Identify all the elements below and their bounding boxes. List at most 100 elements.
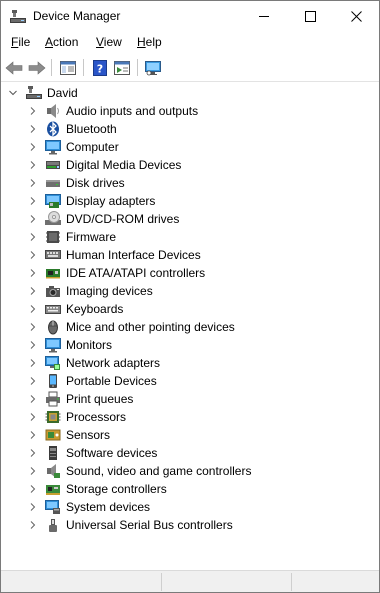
- title-bar[interactable]: Device Manager: [1, 1, 379, 32]
- device-category-node[interactable]: IDE ATA/ATAPI controllers: [1, 264, 379, 282]
- device-category-label: Portable Devices: [66, 374, 157, 388]
- minimize-button[interactable]: [241, 1, 287, 32]
- device-category-label: Keyboards: [66, 302, 124, 316]
- device-category-node[interactable]: Computer: [1, 138, 379, 156]
- chevron-right-icon[interactable]: [29, 503, 37, 511]
- svg-text:?: ?: [97, 62, 103, 75]
- chevron-right-icon[interactable]: [29, 179, 37, 187]
- device-category-node[interactable]: Display adapters: [1, 192, 379, 210]
- scan-hardware-button[interactable]: [143, 58, 163, 77]
- chevron-right-icon[interactable]: [29, 287, 37, 295]
- device-category-node[interactable]: System devices: [1, 498, 379, 516]
- bluetooth-icon: [45, 121, 61, 137]
- chevron-right-icon[interactable]: [29, 143, 37, 151]
- usb-icon: [45, 517, 61, 533]
- device-category-node[interactable]: Sensors: [1, 426, 379, 444]
- action-pane-button[interactable]: [112, 58, 132, 77]
- device-category-label: Sound, video and game controllers: [66, 464, 252, 478]
- maximize-button[interactable]: [287, 1, 333, 32]
- device-category-node[interactable]: Software devices: [1, 444, 379, 462]
- show-hide-console-tree-button[interactable]: [58, 58, 78, 77]
- sensor-icon: [45, 427, 61, 443]
- device-category-node[interactable]: Imaging devices: [1, 282, 379, 300]
- toolbar-separator: [51, 59, 52, 76]
- chevron-right-icon[interactable]: [29, 467, 37, 475]
- device-category-label: Universal Serial Bus controllers: [66, 518, 233, 532]
- network-adapter-icon: [45, 355, 61, 371]
- device-category-node[interactable]: Human Interface Devices: [1, 246, 379, 264]
- chevron-right-icon[interactable]: [29, 341, 37, 349]
- close-button[interactable]: [333, 1, 379, 32]
- chevron-right-icon[interactable]: [29, 215, 37, 223]
- chevron-right-icon[interactable]: [29, 431, 37, 439]
- device-category-node[interactable]: Monitors: [1, 336, 379, 354]
- show-hide-console-tree-icon: [60, 60, 76, 75]
- action-pane-icon: [114, 60, 130, 75]
- device-category-node[interactable]: Firmware: [1, 228, 379, 246]
- device-category-label: Bluetooth: [66, 122, 117, 136]
- speaker-icon: [45, 103, 61, 119]
- chevron-right-icon[interactable]: [29, 125, 37, 133]
- computer-icon: [45, 139, 61, 155]
- chevron-right-icon[interactable]: [29, 521, 37, 529]
- maximize-icon: [304, 11, 316, 22]
- device-category-node[interactable]: Keyboards: [1, 300, 379, 318]
- chevron-right-icon[interactable]: [29, 359, 37, 367]
- back-button[interactable]: [4, 58, 24, 77]
- ide-controller-icon: [45, 265, 61, 281]
- chevron-right-icon[interactable]: [29, 161, 37, 169]
- chevron-right-icon[interactable]: [29, 395, 37, 403]
- chevron-right-icon[interactable]: [29, 197, 37, 205]
- computer-icon: [26, 85, 42, 101]
- device-category-node[interactable]: Storage controllers: [1, 480, 379, 498]
- camera-icon: [45, 283, 61, 299]
- forward-button[interactable]: [27, 58, 47, 77]
- chevron-right-icon[interactable]: [29, 413, 37, 421]
- chevron-right-icon[interactable]: [29, 107, 37, 115]
- device-category-node[interactable]: Bluetooth: [1, 120, 379, 138]
- device-category-label: Mice and other pointing devices: [66, 320, 235, 334]
- close-icon: [350, 11, 362, 22]
- keyboard-icon: [45, 301, 61, 317]
- chevron-right-icon[interactable]: [29, 269, 37, 277]
- chevron-right-icon[interactable]: [29, 233, 37, 241]
- menu-view[interactable]: View: [96, 35, 122, 49]
- chevron-right-icon[interactable]: [29, 377, 37, 385]
- tree-root-label: David: [47, 86, 78, 100]
- menu-action[interactable]: Action: [45, 35, 78, 49]
- menu-help[interactable]: Help: [137, 35, 162, 49]
- device-category-node[interactable]: Sound, video and game controllers: [1, 462, 379, 480]
- device-category-label: Digital Media Devices: [66, 158, 182, 172]
- chevron-right-icon[interactable]: [29, 323, 37, 331]
- device-category-node[interactable]: Disk drives: [1, 174, 379, 192]
- device-category-node[interactable]: Mice and other pointing devices: [1, 318, 379, 336]
- device-category-label: Storage controllers: [66, 482, 167, 496]
- chevron-right-icon[interactable]: [29, 251, 37, 259]
- tree-root-node[interactable]: David: [1, 84, 379, 102]
- device-category-label: Imaging devices: [66, 284, 153, 298]
- device-category-node[interactable]: Processors: [1, 408, 379, 426]
- device-manager-icon: [10, 9, 26, 25]
- menu-file[interactable]: File: [11, 35, 30, 49]
- device-category-label: Network adapters: [66, 356, 161, 370]
- device-category-node[interactable]: Print queues: [1, 390, 379, 408]
- system-device-icon: [45, 499, 61, 515]
- display-adapter-icon: [45, 193, 61, 209]
- menu-file-rest: ile: [18, 35, 31, 49]
- device-category-node[interactable]: Digital Media Devices: [1, 156, 379, 174]
- device-category-label: IDE ATA/ATAPI controllers: [66, 266, 206, 280]
- device-category-node[interactable]: Network adapters: [1, 354, 379, 372]
- chevron-right-icon[interactable]: [29, 485, 37, 493]
- status-bar: [1, 570, 379, 592]
- device-category-label: System devices: [66, 500, 151, 514]
- menu-action-rest: ction: [53, 35, 79, 49]
- media-device-icon: [45, 157, 61, 173]
- chevron-right-icon[interactable]: [29, 305, 37, 313]
- help-button[interactable]: ?: [90, 58, 110, 77]
- device-category-node[interactable]: Audio inputs and outputs: [1, 102, 379, 120]
- chevron-down-icon[interactable]: [9, 89, 17, 97]
- device-category-node[interactable]: Universal Serial Bus controllers: [1, 516, 379, 534]
- chevron-right-icon[interactable]: [29, 449, 37, 457]
- device-category-node[interactable]: Portable Devices: [1, 372, 379, 390]
- device-category-node[interactable]: DVD/CD-ROM drives: [1, 210, 379, 228]
